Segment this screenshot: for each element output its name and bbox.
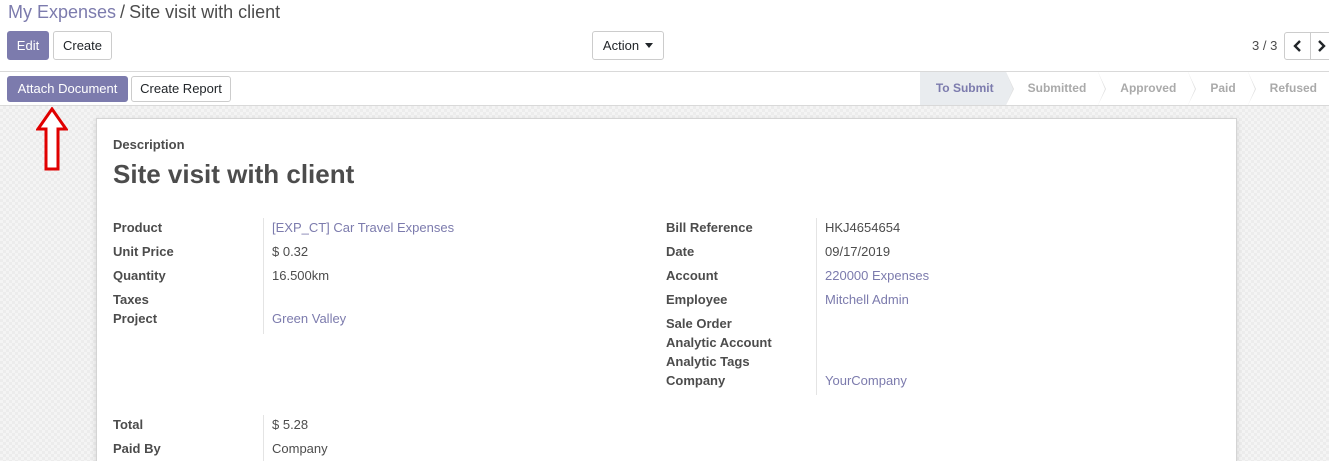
employee-label: Employee: [666, 292, 728, 307]
project-label: Project: [113, 311, 158, 326]
action-dropdown-button[interactable]: Action: [592, 31, 664, 60]
company-label: Company: [666, 373, 726, 388]
breadcrumb-my-expenses-link[interactable]: My Expenses: [8, 2, 116, 22]
product-label: Product: [113, 220, 163, 235]
chevron-left-icon: [1292, 40, 1301, 52]
taxes-label: Taxes: [113, 292, 149, 307]
company-value[interactable]: YourCompany: [825, 373, 907, 388]
sale-order-label: Sale Order: [666, 316, 732, 331]
stage-pipeline: To Submit Submitted Approved Paid Refuse…: [919, 72, 1329, 105]
unit-price-label: Unit Price: [113, 244, 174, 259]
product-value[interactable]: [EXP_CT] Car Travel Expenses: [272, 220, 454, 235]
pager-next-button[interactable]: [1310, 32, 1329, 60]
stage-approved: Approved: [1098, 72, 1197, 105]
breadcrumb-separator: /: [120, 2, 126, 22]
attach-document-button[interactable]: Attach Document: [7, 76, 128, 102]
total-label: Total: [113, 417, 144, 432]
employee-value[interactable]: Mitchell Admin: [825, 292, 909, 307]
create-button[interactable]: Create: [53, 31, 112, 60]
stage-refused: Refused: [1247, 72, 1329, 105]
paid-by-label: Paid By: [113, 441, 161, 456]
caret-down-icon: [645, 43, 654, 48]
account-value[interactable]: 220000 Expenses: [825, 268, 929, 283]
create-report-button[interactable]: Create Report: [131, 76, 231, 102]
analytic-account-label: Analytic Account: [666, 335, 772, 350]
edit-button[interactable]: Edit: [7, 31, 49, 60]
unit-price-value: $ 0.32: [272, 244, 309, 259]
project-value[interactable]: Green Valley: [272, 311, 346, 326]
description-title: Site visit with client: [113, 159, 355, 189]
stage-submitted: Submitted: [1005, 72, 1106, 105]
date-value: 09/17/2019: [825, 244, 891, 259]
quantity-label: Quantity: [113, 268, 166, 283]
bill-reference-label: Bill Reference: [666, 220, 753, 235]
annotation-up-arrow-icon: [36, 107, 68, 171]
chevron-right-icon: [1318, 40, 1326, 52]
right-group-divider: [816, 218, 817, 395]
paid-by-value: Company: [272, 441, 328, 456]
account-label: Account: [666, 268, 718, 283]
left-group-divider: [263, 218, 264, 334]
statusbar: Attach Document Create Report To Submit …: [0, 71, 1329, 106]
description-label: Description: [113, 137, 185, 152]
totals-divider: [263, 415, 264, 461]
date-label: Date: [666, 244, 695, 259]
total-value: $ 5.28: [272, 417, 309, 432]
stage-paid: Paid: [1188, 72, 1257, 105]
action-label: Action: [602, 38, 640, 53]
pager-value[interactable]: 3 / 3: [1252, 38, 1277, 53]
bill-reference-value: HKJ4654654: [825, 220, 901, 235]
expense-form-sheet: Description Site visit with client Produ…: [96, 118, 1237, 461]
breadcrumb: My Expenses / Site visit with client: [8, 1, 280, 23]
breadcrumb-current: Site visit with client: [129, 2, 281, 22]
stage-to-submit: To Submit: [919, 72, 1014, 105]
quantity-value: 16.500km: [272, 268, 330, 283]
pager-previous-button[interactable]: [1284, 32, 1311, 60]
analytic-tags-label: Analytic Tags: [666, 354, 750, 369]
